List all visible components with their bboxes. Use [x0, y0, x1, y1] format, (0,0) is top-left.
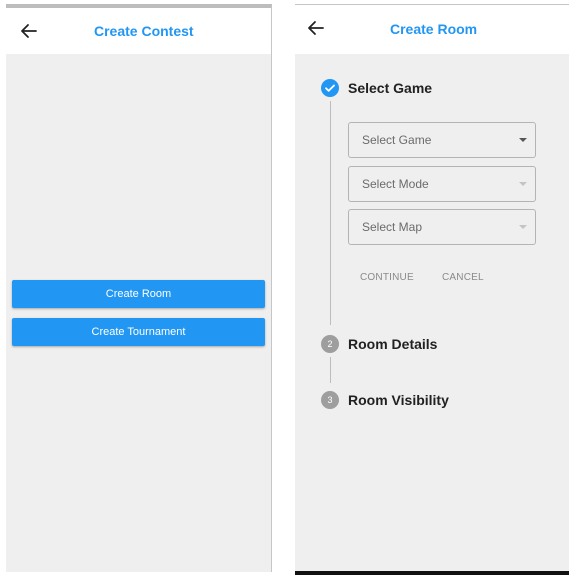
- step-label-room-details[interactable]: Room Details: [348, 336, 437, 352]
- dropdown-caret-icon: [519, 138, 527, 142]
- select-mode-placeholder: Select Mode: [362, 177, 429, 191]
- select-map-placeholder: Select Map: [362, 220, 423, 234]
- app-bar: Create Room: [295, 5, 569, 54]
- select-map-dropdown[interactable]: Select Map: [348, 209, 536, 245]
- app-bar: Create Contest: [6, 8, 271, 54]
- dropdown-caret-icon: [519, 182, 527, 186]
- create-room-screen: Create Room Select Game Select Game Sele…: [295, 4, 569, 575]
- select-game-dropdown[interactable]: Select Game: [348, 122, 536, 158]
- select-mode-dropdown[interactable]: Select Mode: [348, 166, 536, 202]
- step-connector-line: [330, 357, 331, 383]
- page-title: Create Room: [390, 21, 478, 37]
- bottom-system-bar: [295, 571, 569, 575]
- back-arrow-icon[interactable]: [305, 17, 327, 39]
- page-title: Create Contest: [94, 23, 194, 39]
- step-label-room-visibility[interactable]: Room Visibility: [348, 392, 449, 408]
- step-label-select-game[interactable]: Select Game: [348, 80, 432, 96]
- select-game-placeholder: Select Game: [362, 133, 432, 147]
- create-room-button[interactable]: Create Room: [12, 280, 265, 308]
- step-number-badge: 3: [321, 391, 339, 409]
- step-number-badge: 2: [321, 335, 339, 353]
- create-contest-screen: Create Contest Create Room Create Tourna…: [6, 4, 272, 572]
- continue-button[interactable]: CONTINUE: [360, 272, 414, 283]
- step-connector-line: [330, 101, 331, 325]
- dropdown-caret-icon: [519, 225, 527, 229]
- create-tournament-button[interactable]: Create Tournament: [12, 318, 265, 346]
- cancel-button[interactable]: CANCEL: [442, 272, 484, 283]
- back-arrow-icon[interactable]: [18, 20, 40, 42]
- step-complete-check-icon: [321, 79, 339, 97]
